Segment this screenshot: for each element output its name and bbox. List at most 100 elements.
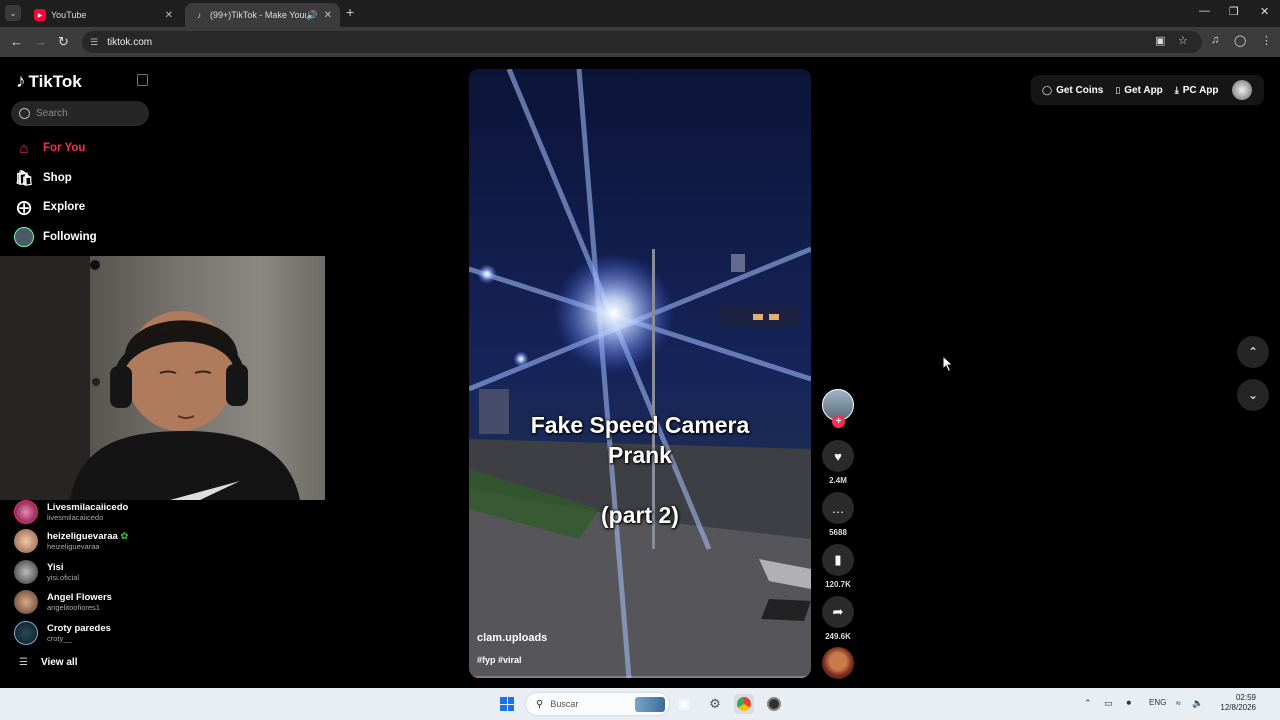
phone-icon: ▯ [1115, 84, 1121, 95]
tiktok-favicon-icon: ♪ [197, 10, 201, 20]
pc-app-button[interactable]: ⤓ PC App [1175, 85, 1219, 96]
sound-disc-avatar[interactable] [822, 647, 854, 679]
site-info-icon[interactable]: ☰ [90, 37, 98, 48]
microphone-icon[interactable]: ⚫ [1125, 698, 1133, 709]
chevron-up-icon: ⌃ [1247, 345, 1259, 359]
following-account[interactable]: heizeliguevaraa ✿ heizeliguevaraa [14, 529, 128, 553]
profile-icon[interactable]: ◯ [1234, 34, 1246, 47]
audio-playing-icon[interactable]: 🔊 [306, 10, 317, 21]
chrome-icon[interactable] [734, 694, 754, 714]
following-account[interactable]: Angel Flowers angelitoofiores1 [14, 590, 112, 614]
avatar [14, 590, 38, 614]
bookmark-star-icon[interactable]: ☆ [1178, 34, 1188, 47]
video-progress-bar[interactable] [469, 676, 811, 678]
tab-search-icon[interactable]: ⌄ [5, 5, 21, 21]
comment-button[interactable]: … [822, 492, 854, 524]
account-name: Angel Flowers [47, 592, 112, 603]
taskbar-search-placeholder: Buscar [550, 699, 579, 709]
comment-icon: … [831, 500, 845, 516]
following-account[interactable]: Yisi yisi.oficial [14, 560, 79, 584]
account-name: Croty paredes [47, 623, 111, 634]
menu-icon[interactable]: ⋮ [1261, 34, 1272, 47]
nav-explore[interactable]: ⨁ Explore [14, 197, 86, 217]
search-input[interactable]: Search [11, 101, 149, 126]
comment-count: 5688 [829, 528, 847, 537]
account-handle: yisi.oficial [47, 573, 80, 582]
tab-youtube[interactable]: ▶ YouTube ✕ [26, 3, 181, 27]
following-avatar-icon [14, 227, 34, 247]
search-highlight-image [635, 697, 665, 712]
avatar [14, 621, 38, 645]
screen: ⌄ ▶ YouTube ✕ ♪ (99+)TikTok - Make Your … [0, 0, 1280, 720]
following-account[interactable]: Livesmilacaiicedo livesmilacaiicedo [14, 500, 128, 524]
webcam-overlay [0, 256, 325, 500]
user-avatar[interactable] [1232, 80, 1252, 100]
browser-tab-bar: ⌄ ▶ YouTube ✕ ♪ (99+)TikTok - Make Your … [0, 0, 1280, 27]
get-app-button[interactable]: ▯ Get App [1115, 85, 1162, 96]
close-tab-icon[interactable]: ✕ [165, 10, 173, 21]
shopping-bag-icon: 🛍 [14, 170, 34, 187]
windows-start-icon[interactable] [500, 697, 514, 711]
get-app-label: Get App [1124, 84, 1163, 96]
forward-icon[interactable]: → [34, 34, 47, 49]
media-controls-icon[interactable]: ♫ [1211, 34, 1219, 46]
compass-icon: ⨁ [16, 199, 32, 216]
restore-icon[interactable]: ❐ [1229, 5, 1239, 18]
wifi-icon[interactable]: ≈ [1176, 698, 1181, 708]
video-caption-subtitle: (part 2) [601, 502, 679, 528]
browser-toolbar: ← → ↻ ☰ tiktok.com ▣ ☆ ♫ ◯ ⋮ [0, 27, 1280, 57]
get-coins-button[interactable]: ◯ Get Coins [1042, 85, 1103, 96]
windows-taskbar: ⚲ Buscar ▣ ⚙ ⌃ ▭ ⚫ ENG ≈ 🔈 02:59 12/8/20… [0, 688, 1280, 720]
webcam-person-image [0, 256, 300, 500]
system-clock[interactable]: 02:59 12/8/2026 [1212, 693, 1256, 713]
nav-label: Shop [43, 172, 72, 184]
install-app-icon[interactable]: ▣ [1155, 34, 1165, 47]
video-frame-image [469, 69, 811, 678]
task-view-icon[interactable]: ▣ [674, 694, 694, 714]
new-tab-button[interactable]: + [346, 4, 354, 20]
nav-following[interactable]: Following [14, 227, 97, 247]
view-all-button[interactable]: ☰ View all [19, 657, 77, 668]
tiktok-logo[interactable]: ♪ TikTok [16, 71, 82, 93]
close-tab-icon[interactable]: ✕ [324, 10, 332, 21]
language-indicator[interactable]: ENG [1149, 698, 1166, 707]
following-account[interactable]: Croty paredes croty__ [14, 621, 111, 645]
follow-plus-icon[interactable]: + [832, 415, 845, 428]
settings-gear-icon[interactable]: ⚙ [705, 694, 725, 714]
obs-recording-icon[interactable] [764, 694, 784, 714]
logo-text: TikTok [28, 72, 82, 91]
clock-date: 12/8/2026 [1220, 703, 1256, 712]
reload-icon[interactable]: ↻ [58, 34, 69, 50]
avatar [14, 500, 38, 524]
nav-label: Explore [43, 201, 86, 213]
home-icon: ⌂ [19, 139, 29, 157]
close-window-icon[interactable]: ✕ [1260, 5, 1269, 18]
video-username[interactable]: clam.uploads [477, 632, 547, 644]
save-button[interactable]: ▮ [822, 544, 854, 576]
taskbar-search[interactable]: ⚲ Buscar [525, 692, 670, 716]
collapse-sidebar-icon[interactable] [137, 74, 148, 86]
verified-leaf-icon: ✿ [120, 531, 129, 542]
address-bar[interactable]: ☰ tiktok.com [82, 31, 1202, 53]
avatar [14, 529, 38, 553]
mouse-cursor-icon [942, 355, 954, 373]
tray-app-icon[interactable]: ▭ [1104, 698, 1113, 709]
account-handle: livesmilacaiicedo [47, 513, 104, 522]
nav-for-you[interactable]: ⌂ For You [14, 138, 85, 158]
video-caption-line2: Prank [608, 442, 672, 468]
video-player[interactable]: Fake Speed Camera Prank (part 2) clam.up… [469, 69, 811, 678]
next-video-button[interactable]: ⌄ [1237, 379, 1269, 411]
tab-tiktok[interactable]: ♪ (99+)TikTok - Make Your Day 🔊 ✕ [185, 3, 340, 27]
account-name: Yisi [47, 562, 64, 573]
nav-shop[interactable]: 🛍 Shop [14, 168, 72, 188]
search-icon: ⚲ [536, 698, 544, 710]
tray-overflow-icon[interactable]: ⌃ [1084, 698, 1092, 709]
back-icon[interactable]: ← [10, 34, 23, 49]
like-button[interactable]: ♥ [822, 440, 854, 472]
speaker-icon[interactable]: 🔈 [1192, 698, 1203, 709]
chevron-down-icon: ⌄ [1247, 388, 1259, 402]
minimize-icon[interactable]: — [1199, 5, 1210, 17]
video-hashtags[interactable]: #fyp #viral [477, 655, 522, 665]
share-button[interactable]: ➦ [822, 596, 854, 628]
previous-video-button[interactable]: ⌃ [1237, 336, 1269, 368]
